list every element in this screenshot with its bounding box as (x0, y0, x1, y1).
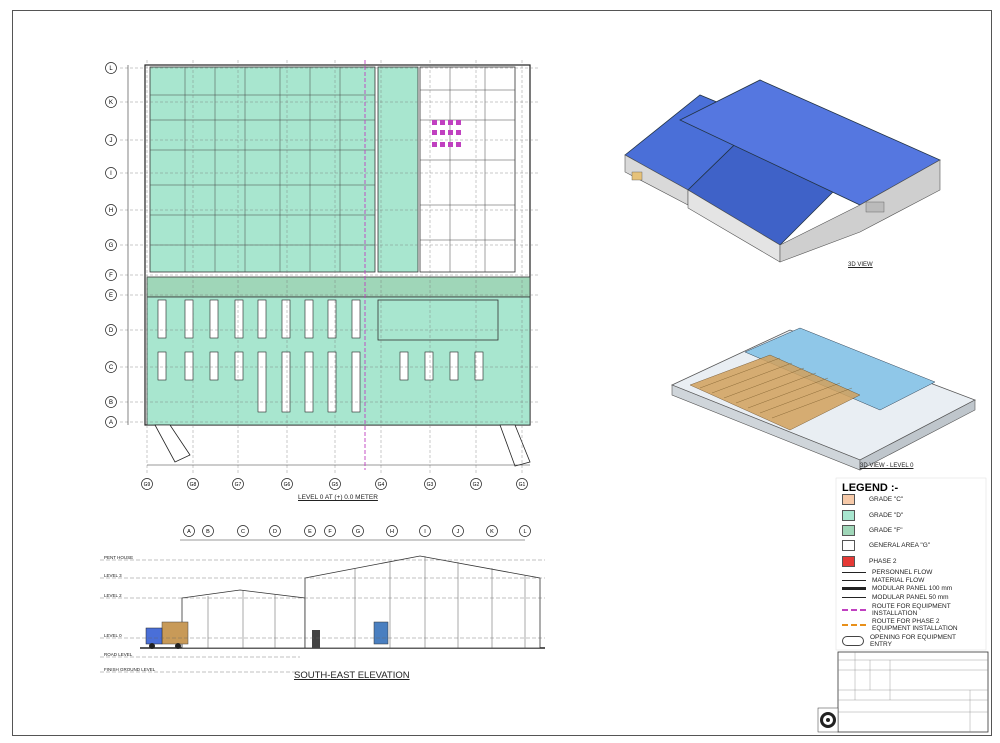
grid-label: A (109, 420, 113, 426)
grid-label: J (110, 138, 113, 144)
3d-view-level0 (670, 327, 976, 471)
grid-label: G6 (284, 482, 291, 488)
grid-label: E (308, 529, 312, 535)
legend-item: GRADE "C" (842, 494, 903, 505)
legend-item: GRADE "D" (842, 510, 903, 521)
dashed-line-icon (842, 624, 866, 626)
level-label: FINISH GROUND LEVEL (104, 667, 156, 672)
legend-title: LEGEND :- (842, 482, 899, 494)
row-grid-bubbles: LKJIHGFEDCBA (105, 62, 117, 428)
grid-label: B (109, 400, 113, 406)
grid-label: D (273, 529, 277, 535)
3d-view-roof (624, 79, 941, 263)
legend-item: MATERIAL FLOW (842, 577, 924, 584)
grid-label: G9 (144, 482, 151, 488)
grade-d-zone-upper (149, 66, 376, 273)
elevation-grid-bubbles: ABCDEFGHIJKL (183, 525, 531, 537)
grid-label: G (109, 243, 114, 249)
swatch-grade-d (842, 510, 855, 521)
swatch-general-area (842, 540, 855, 551)
legend-item: ROUTE FOR EQUIPMENT INSTALLATION (842, 603, 962, 617)
legend-item: GRADE "F" (842, 525, 903, 536)
level-label: LEVEL 0 (104, 633, 122, 638)
plan-title: LEVEL 0 AT (+) 0.0 METER (298, 494, 378, 501)
dashed-line-icon (842, 609, 866, 611)
level-label: ROAD LEVEL (104, 652, 133, 657)
arrow-icon (842, 572, 866, 573)
level-label: PENT HOUSE (104, 555, 134, 560)
grid-label: G1 (519, 482, 526, 488)
general-area-upper (419, 66, 516, 273)
grid-label: G (356, 529, 360, 535)
grid-label: A (187, 529, 191, 535)
legend-item: GENERAL AREA "G" (842, 540, 930, 551)
south-east-elevation (100, 539, 545, 673)
swatch-grade-c (842, 494, 855, 505)
grid-label: E (109, 293, 113, 299)
grid-label: G2 (473, 482, 480, 488)
grid-label: B (206, 529, 210, 535)
level-label: LEVEL 3 (104, 573, 122, 578)
grid-label: C (241, 529, 245, 535)
grid-label: K (109, 100, 113, 106)
arrow-icon (842, 580, 866, 581)
grid-label: D (109, 328, 114, 334)
elevation-title: SOUTH-EAST ELEVATION (294, 670, 410, 681)
3d-view-level0-title: 3D VIEW - LEVEL 0 (860, 463, 914, 469)
grid-label: G5 (332, 482, 339, 488)
grid-label: C (109, 365, 114, 371)
grid-label: J (457, 529, 460, 535)
floor-plan (120, 60, 540, 475)
legend-item: PERSONNEL FLOW (842, 569, 932, 576)
thick-line-icon (842, 587, 866, 590)
column-grid-bubbles: G9 G8 G7 G6 G5 G4 G3 G2 G1 (141, 478, 528, 490)
grid-label: G8 (190, 482, 197, 488)
swatch-phase-2 (842, 556, 855, 567)
grid-label: H (109, 208, 113, 214)
grid-label: F (109, 273, 113, 279)
legend-item: PHASE 2 (842, 556, 896, 567)
swatch-grade-f (842, 525, 855, 536)
title-block (817, 651, 989, 733)
cloud-icon (842, 636, 864, 646)
grid-label: G7 (235, 482, 242, 488)
thin-line-icon (842, 597, 866, 598)
legend-item: MODULAR PANEL 100 mm (842, 585, 952, 592)
legend-item: ROUTE FOR PHASE 2 EQUIPMENT INSTALLATION (842, 618, 962, 632)
level-label: LEVEL 2 (104, 593, 122, 598)
corridor (146, 276, 531, 298)
legend-item: MODULAR PANEL 50 mm (842, 594, 949, 601)
legend-item: OPENING FOR EQUIPMENT ENTRY (842, 634, 962, 648)
grid-label: H (390, 529, 394, 535)
grid-label: G4 (378, 482, 385, 488)
grid-label: L (523, 529, 526, 535)
3d-view-title: 3D VIEW (848, 262, 873, 268)
grid-label: G3 (427, 482, 434, 488)
grid-label: K (490, 529, 494, 535)
